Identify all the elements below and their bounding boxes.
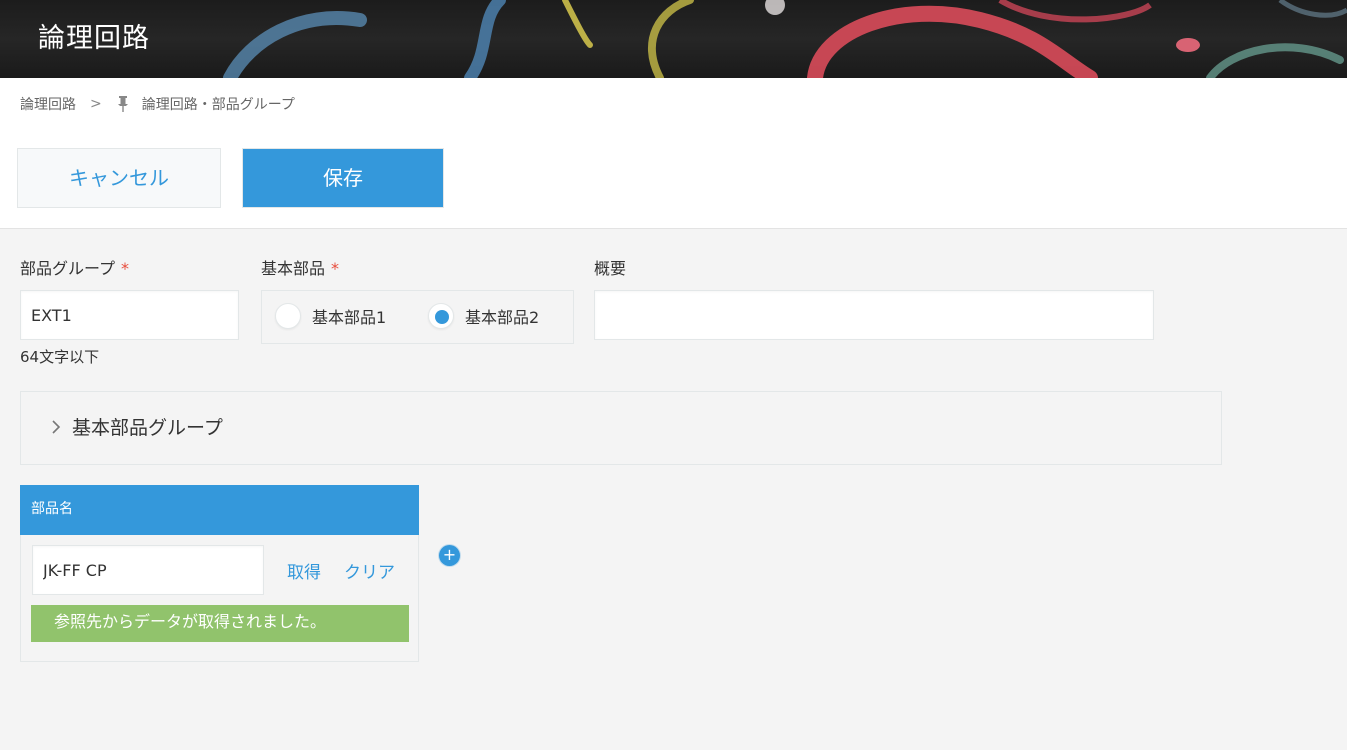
fetch-success-message: 参照先からデータが取得されました。 <box>31 605 409 642</box>
cancel-button[interactable]: キャンセル <box>17 148 221 208</box>
chalk-background-image <box>223 0 1347 78</box>
header-banner: 論理回路 <box>0 0 1347 78</box>
basic-part-label: 基本部品 * <box>261 255 339 279</box>
required-mark: * <box>121 259 130 278</box>
save-button[interactable]: 保存 <box>242 148 444 208</box>
basic-part-label-text: 基本部品 <box>261 259 326 278</box>
group-name-input[interactable] <box>20 290 239 340</box>
page-title: 論理回路 <box>38 23 150 54</box>
radio-option-basic-part-1[interactable]: 基本部品1 <box>275 303 386 329</box>
group-label: 部品グループ * <box>20 255 129 279</box>
table-header-part-name: 部品名 <box>20 485 419 535</box>
basic-part-group-panel[interactable]: 基本部品グループ <box>20 391 1222 465</box>
radio-option-basic-part-2[interactable]: 基本部品2 <box>428 303 539 329</box>
radio-label: 基本部品2 <box>465 308 540 327</box>
parts-table: 部品名 取得 クリア 参照先からデータが取得されました。 <box>20 485 419 662</box>
part-name-input[interactable] <box>32 545 264 595</box>
radio-button[interactable] <box>275 303 301 329</box>
group-name-hint: 64文字以下 <box>20 348 100 366</box>
breadcrumb-separator: > <box>90 96 102 112</box>
clear-link[interactable]: クリア <box>344 558 395 583</box>
radio-button-selected[interactable] <box>428 303 454 329</box>
required-mark: * <box>331 259 340 278</box>
plus-circle-icon: + <box>442 545 457 564</box>
group-panel-title: 基本部品グループ <box>72 417 223 439</box>
radio-label: 基本部品1 <box>312 308 387 327</box>
toolbar: 論理回路 > 論理回路・部品グループ キャンセル 保存 <box>0 78 1347 229</box>
fetch-link[interactable]: 取得 <box>287 558 321 583</box>
breadcrumb-current: 論理回路・部品グループ <box>141 97 295 113</box>
group-label-text: 部品グループ <box>20 259 116 278</box>
breadcrumb-parent[interactable]: 論理回路 <box>20 94 76 114</box>
chevron-right-icon <box>52 420 61 434</box>
summary-label: 概要 <box>594 259 627 278</box>
summary-input[interactable] <box>594 290 1154 340</box>
pin-icon <box>117 96 128 112</box>
add-row-button[interactable]: + <box>439 545 460 566</box>
basic-part-radio-group: 基本部品1 基本部品2 <box>261 290 574 344</box>
breadcrumb: 論理回路 > 論理回路・部品グループ <box>20 94 295 114</box>
